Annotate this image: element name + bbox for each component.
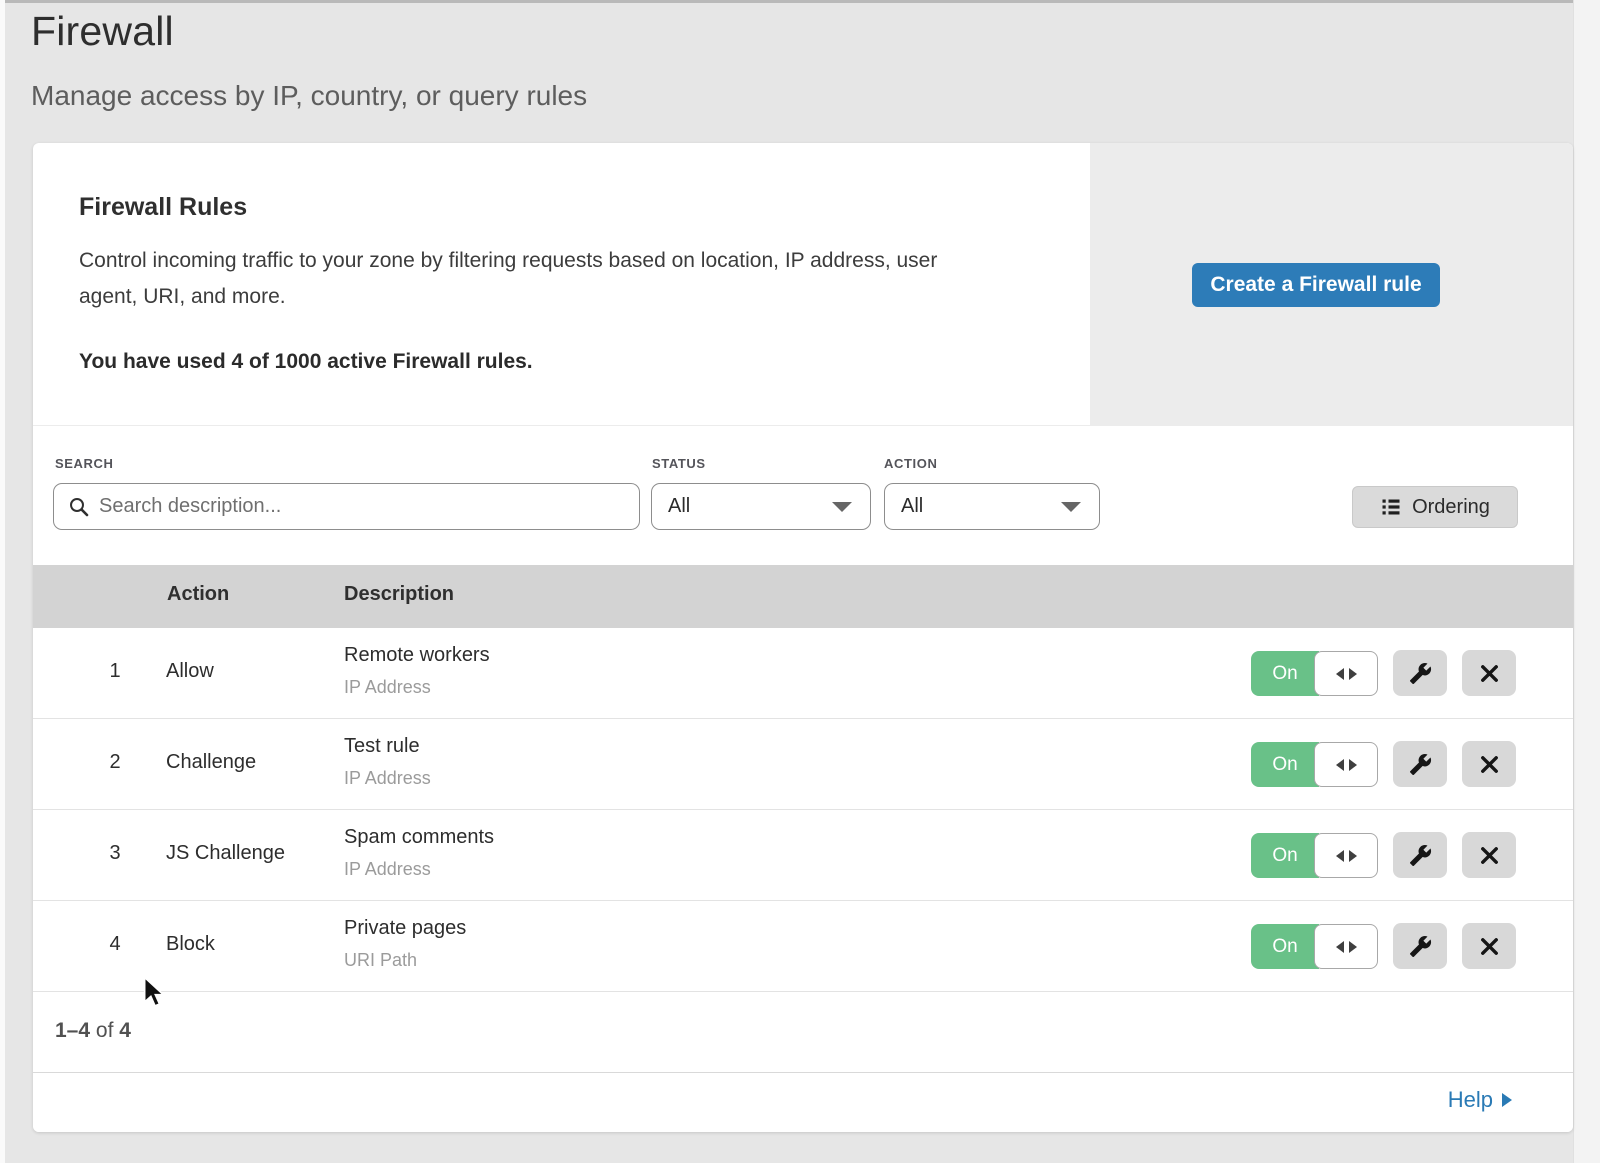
rule-toggle[interactable]: On — [1251, 742, 1378, 787]
status-select[interactable]: All — [651, 483, 871, 530]
delete-rule-button[interactable] — [1462, 741, 1516, 787]
toggle-on-segment: On — [1251, 833, 1319, 878]
pagination-text: 1–4 of 4 — [55, 1019, 131, 1043]
row-index: 2 — [103, 751, 127, 774]
row-match-type: IP Address — [344, 859, 431, 880]
chevron-down-icon — [832, 502, 852, 512]
rule-toggle[interactable]: On — [1251, 833, 1378, 878]
create-rule-panel: Create a Firewall rule — [1090, 143, 1573, 425]
row-action: Allow — [166, 660, 214, 683]
search-icon — [68, 496, 90, 518]
action-select-value: All — [901, 495, 923, 518]
toggle-knob[interactable] — [1314, 833, 1378, 878]
drag-left-icon — [1336, 759, 1344, 771]
search-label: SEARCH — [55, 456, 114, 471]
row-action: Challenge — [166, 751, 256, 774]
wrench-icon — [1409, 844, 1432, 867]
row-description: Spam comments — [344, 826, 494, 849]
row-description: Private pages — [344, 917, 466, 940]
usage-text: You have used 4 of 1000 active Firewall … — [79, 350, 533, 374]
edit-rule-button[interactable] — [1393, 741, 1447, 787]
row-match-type: IP Address — [344, 677, 431, 698]
status-label: STATUS — [652, 456, 706, 471]
row-match-type: URI Path — [344, 950, 417, 971]
drag-left-icon — [1336, 850, 1344, 862]
drag-left-icon — [1336, 668, 1344, 680]
wrench-icon — [1409, 753, 1432, 776]
pagination-total: 4 — [119, 1019, 131, 1042]
action-select[interactable]: All — [884, 483, 1100, 530]
firewall-rules-card: Create a Firewall rule Firewall Rules Co… — [33, 143, 1573, 1132]
wrench-icon — [1409, 935, 1432, 958]
wrench-icon — [1409, 662, 1432, 685]
toggle-knob[interactable] — [1314, 651, 1378, 696]
card-title: Firewall Rules — [79, 193, 247, 222]
search-input[interactable] — [99, 495, 619, 518]
chevron-down-icon — [1061, 502, 1081, 512]
list-icon — [1380, 496, 1402, 518]
close-icon — [1478, 935, 1501, 958]
column-header-description: Description — [344, 583, 454, 606]
ordering-label: Ordering — [1412, 496, 1490, 519]
row-index: 1 — [103, 660, 127, 683]
page-subtitle: Manage access by IP, country, or query r… — [31, 80, 587, 112]
page-title: Firewall — [31, 8, 174, 55]
toggle-knob[interactable] — [1314, 924, 1378, 969]
row-description: Test rule — [344, 735, 420, 758]
close-icon — [1478, 753, 1501, 776]
column-header-action: Action — [167, 583, 229, 606]
help-arrow-icon — [1502, 1093, 1512, 1107]
row-index: 3 — [103, 842, 127, 865]
row-description: Remote workers — [344, 644, 490, 667]
help-label: Help — [1448, 1087, 1493, 1113]
close-icon — [1478, 844, 1501, 867]
drag-right-icon — [1349, 850, 1357, 862]
delete-rule-button[interactable] — [1462, 650, 1516, 696]
toggle-knob[interactable] — [1314, 742, 1378, 787]
help-link[interactable]: Help — [1448, 1087, 1512, 1113]
toggle-on-segment: On — [1251, 924, 1319, 969]
drag-right-icon — [1349, 668, 1357, 680]
pagination-range: 1–4 — [55, 1019, 90, 1042]
help-row: Help — [33, 1073, 1573, 1132]
ordering-button[interactable]: Ordering — [1352, 486, 1518, 528]
delete-rule-button[interactable] — [1462, 923, 1516, 969]
rule-toggle[interactable]: On — [1251, 924, 1378, 969]
edit-rule-button[interactable] — [1393, 832, 1447, 878]
edit-rule-button[interactable] — [1393, 923, 1447, 969]
table-row: 4 Block Private pages URI Path On — [33, 901, 1573, 992]
toggle-on-segment: On — [1251, 651, 1319, 696]
section-divider — [33, 425, 1573, 426]
rule-toggle[interactable]: On — [1251, 651, 1378, 696]
table-header: Action Description — [33, 565, 1573, 628]
row-index: 4 — [103, 933, 127, 956]
pagination-row: 1–4 of 4 — [33, 993, 1573, 1073]
action-label: ACTION — [884, 456, 937, 471]
table-row: 3 JS Challenge Spam comments IP Address … — [33, 810, 1573, 901]
delete-rule-button[interactable] — [1462, 832, 1516, 878]
row-action: Block — [166, 933, 215, 956]
table-row: 1 Allow Remote workers IP Address On — [33, 628, 1573, 719]
search-box — [53, 483, 640, 530]
edit-rule-button[interactable] — [1393, 650, 1447, 696]
close-icon — [1478, 662, 1501, 685]
card-description: Control incoming traffic to your zone by… — [79, 243, 984, 315]
table-row: 2 Challenge Test rule IP Address On — [33, 719, 1573, 810]
row-match-type: IP Address — [344, 768, 431, 789]
create-firewall-rule-button[interactable]: Create a Firewall rule — [1192, 263, 1440, 307]
window-top-edge — [0, 0, 1600, 3]
drag-left-icon — [1336, 941, 1344, 953]
drag-right-icon — [1349, 941, 1357, 953]
pagination-of: of — [96, 1019, 114, 1042]
status-select-value: All — [668, 495, 690, 518]
drag-right-icon — [1349, 759, 1357, 771]
window-left-edge — [0, 0, 5, 1163]
row-action: JS Challenge — [166, 842, 285, 865]
toggle-on-segment: On — [1251, 742, 1319, 787]
scrollbar-track[interactable] — [1573, 0, 1600, 1163]
